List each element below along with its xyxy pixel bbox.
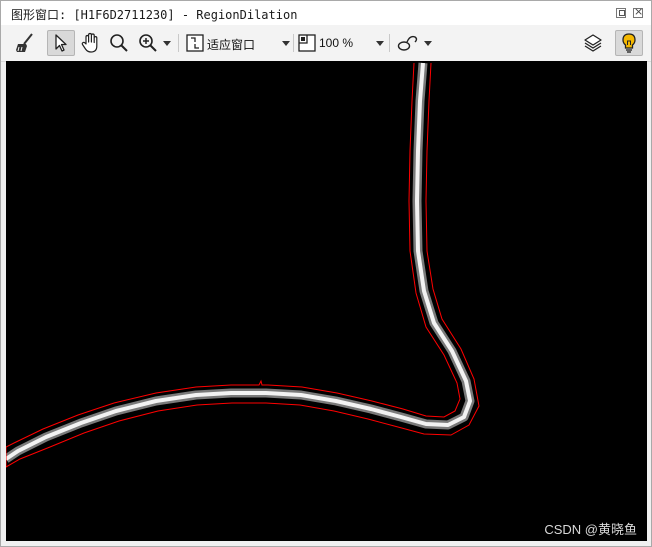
toolbar-separator [293, 34, 294, 52]
fit-window-select[interactable]: 适应窗口 [207, 36, 255, 53]
hand-pan-icon[interactable] [79, 30, 103, 56]
magnifier-icon[interactable] [107, 30, 131, 56]
restore-icon[interactable] [616, 8, 626, 18]
close-icon[interactable] [633, 5, 643, 18]
image-canvas[interactable] [6, 61, 647, 541]
draw-shape-icon[interactable] [396, 30, 420, 56]
draw-shape-caret-icon[interactable] [424, 41, 432, 46]
title-bar: 图形窗口: [H1F6D2711230] - RegionDilation [1, 1, 651, 25]
region-image [6, 62, 480, 468]
lightbulb-icon[interactable] [615, 30, 643, 56]
toolbar-separator [389, 34, 390, 52]
fit-window-icon[interactable] [184, 30, 206, 56]
toolbar: 适应窗口 100 % [1, 25, 651, 62]
pointer-icon[interactable] [47, 30, 75, 56]
broom-icon[interactable] [13, 30, 37, 56]
zoom-percent-caret-icon[interactable] [376, 41, 384, 46]
graphics-window: 图形窗口: [H1F6D2711230] - RegionDilation × … [0, 0, 652, 547]
toolbar-separator [178, 34, 179, 52]
layers-icon[interactable] [581, 30, 605, 56]
zoom-dropdown-caret-icon[interactable] [163, 41, 171, 46]
zoom-percent-icon[interactable] [297, 30, 317, 56]
zoom-in-icon[interactable] [136, 30, 160, 56]
window-title: 图形窗口: [H1F6D2711230] - RegionDilation [11, 8, 298, 22]
fit-window-caret-icon[interactable] [282, 41, 290, 46]
zoom-percent-select[interactable]: 100 % [319, 36, 353, 50]
watermark: CSDN @黄晓鱼 [544, 522, 637, 537]
